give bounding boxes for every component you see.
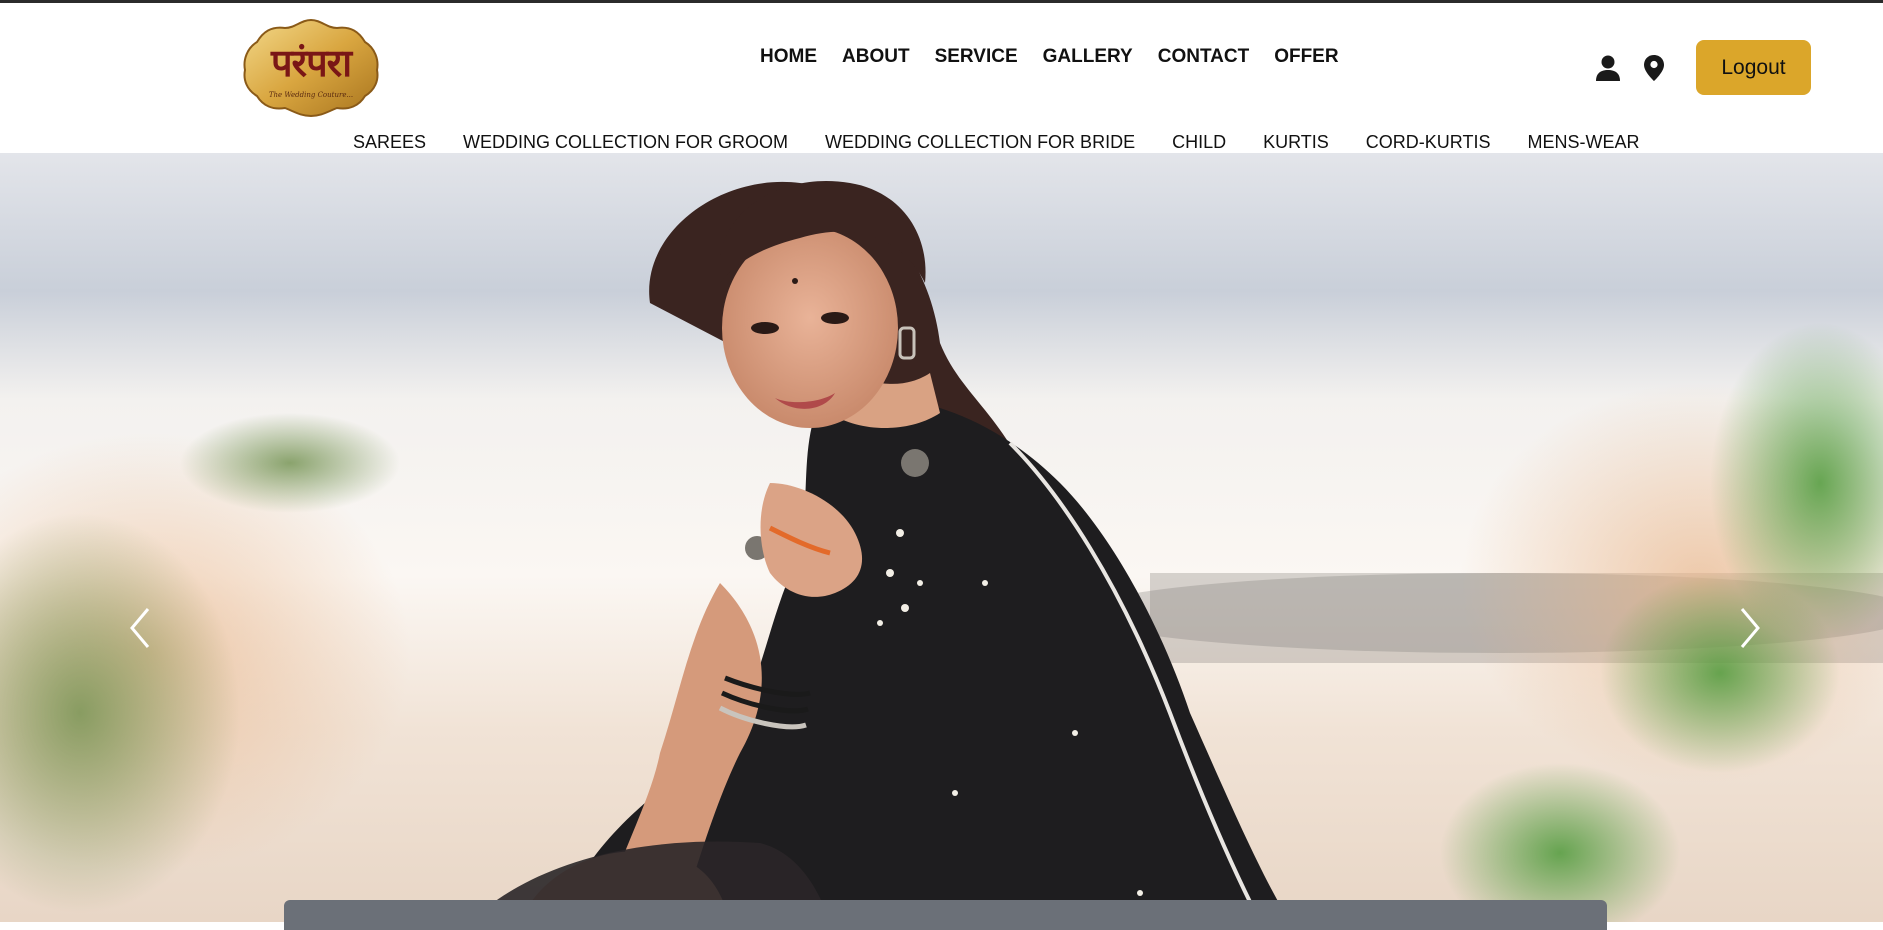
category-cord-kurtis[interactable]: CORD-KURTIS [1366, 132, 1491, 153]
nav-contact[interactable]: CONTACT [1158, 46, 1249, 68]
category-kurtis[interactable]: KURTIS [1263, 132, 1329, 153]
category-mens-wear[interactable]: MENS-WEAR [1527, 132, 1639, 153]
logo-text: परंपरा [270, 40, 352, 85]
category-groom[interactable]: WEDDING COLLECTION FOR GROOM [463, 132, 788, 153]
site-header: परंपरा The Wedding Couture... HOME ABOUT… [0, 3, 1883, 153]
chevron-right-icon [1740, 608, 1760, 648]
carousel-prev-button[interactable] [122, 603, 162, 653]
category-bride[interactable]: WEDDING COLLECTION FOR BRIDE [825, 132, 1135, 153]
nav-about[interactable]: ABOUT [842, 46, 910, 68]
category-nav: SAREES WEDDING COLLECTION FOR GROOM WEDD… [353, 132, 1639, 153]
location-pin-icon[interactable] [1643, 54, 1665, 82]
chevron-left-icon [130, 608, 150, 648]
nav-gallery[interactable]: GALLERY [1043, 46, 1133, 68]
nav-service[interactable]: SERVICE [935, 46, 1018, 68]
carousel-next-button[interactable] [1728, 603, 1768, 653]
main-nav: HOME ABOUT SERVICE GALLERY CONTACT OFFER [760, 46, 1339, 68]
user-icon[interactable] [1595, 54, 1621, 82]
brand-logo[interactable]: परंपरा The Wedding Couture... [241, 18, 381, 118]
logo-tagline: The Wedding Couture... [268, 91, 354, 99]
hero-carousel [0, 153, 1883, 922]
hero-image [0, 153, 1883, 922]
category-sarees[interactable]: SAREES [353, 132, 426, 153]
hero-caption-panel [284, 900, 1607, 930]
logout-button[interactable]: Logout [1696, 40, 1811, 95]
nav-home[interactable]: HOME [760, 46, 817, 68]
nav-offer[interactable]: OFFER [1274, 46, 1338, 68]
category-child[interactable]: CHILD [1172, 132, 1226, 153]
